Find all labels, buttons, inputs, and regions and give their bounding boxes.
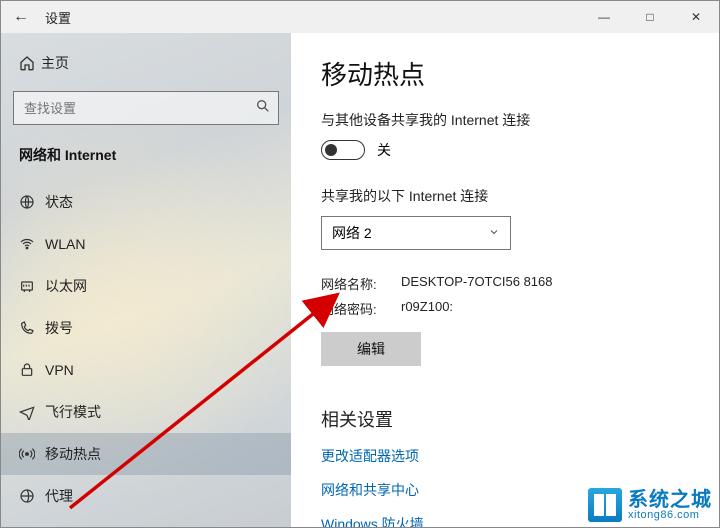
sidebar-item-label: 状态 bbox=[45, 192, 73, 212]
sidebar-item-label: 以太网 bbox=[45, 276, 87, 296]
link-adapter-options[interactable]: 更改适配器选项 bbox=[321, 446, 719, 466]
status-icon bbox=[19, 194, 45, 210]
search-box[interactable] bbox=[13, 91, 279, 125]
ethernet-icon bbox=[19, 278, 45, 294]
hotspot-icon bbox=[19, 446, 45, 462]
window-body: 主页 网络和 Internet 状态 WLAN bbox=[1, 33, 719, 527]
network-password-value: r09Z100: bbox=[401, 299, 453, 318]
search-icon bbox=[255, 98, 271, 119]
edit-button[interactable]: 编辑 bbox=[321, 332, 421, 366]
sidebar-item-wlan[interactable]: WLAN bbox=[1, 223, 291, 265]
sidebar-item-ethernet[interactable]: 以太网 bbox=[1, 265, 291, 307]
back-button[interactable]: ← bbox=[1, 8, 41, 26]
network-name-row: 网络名称: DESKTOP-7OTCI56 8168 bbox=[321, 274, 719, 293]
sidebar-item-proxy[interactable]: 代理 bbox=[1, 475, 291, 517]
network-name-value: DESKTOP-7OTCI56 8168 bbox=[401, 274, 553, 293]
connection-select[interactable]: 网络 2 bbox=[321, 216, 511, 250]
network-password-row: 网络密码: r09Z100: bbox=[321, 299, 719, 318]
sidebar-item-airplane[interactable]: 飞行模式 bbox=[1, 391, 291, 433]
category-header: 网络和 Internet bbox=[1, 139, 291, 175]
content-pane: 移动热点 与其他设备共享我的 Internet 连接 关 共享我的以下 Inte… bbox=[291, 33, 719, 527]
window-controls: ― □ ✕ bbox=[581, 1, 719, 33]
home-link[interactable]: 主页 bbox=[1, 45, 291, 81]
hotspot-toggle-row: 关 bbox=[321, 140, 719, 160]
sidebar-item-label: 飞行模式 bbox=[45, 402, 101, 422]
window-title: 设置 bbox=[45, 8, 71, 27]
sidebar-item-label: VPN bbox=[45, 362, 74, 378]
hotspot-toggle[interactable] bbox=[321, 140, 365, 160]
network-password-label: 网络密码: bbox=[321, 299, 401, 318]
sidebar-item-dialup[interactable]: 拨号 bbox=[1, 307, 291, 349]
settings-window: ← 设置 ― □ ✕ 主页 网络和 Internet bbox=[0, 0, 720, 528]
minimize-button[interactable]: ― bbox=[581, 1, 627, 33]
sidebar-item-label: 移动热点 bbox=[45, 444, 101, 464]
share-from-label: 共享我的以下 Internet 连接 bbox=[321, 186, 719, 206]
titlebar: ← 设置 ― □ ✕ bbox=[1, 1, 719, 33]
sidebar-item-vpn[interactable]: VPN bbox=[1, 349, 291, 391]
wifi-icon bbox=[19, 236, 45, 252]
nav-list: 状态 WLAN 以太网 拨号 VPN bbox=[1, 181, 291, 517]
home-label: 主页 bbox=[41, 53, 69, 73]
link-network-sharing-center[interactable]: 网络和共享中心 bbox=[321, 480, 719, 500]
connection-selected-value: 网络 2 bbox=[332, 223, 372, 243]
home-icon bbox=[19, 55, 41, 71]
page-title: 移动热点 bbox=[321, 55, 719, 92]
maximize-button[interactable]: □ bbox=[627, 1, 673, 33]
hotspot-toggle-state: 关 bbox=[377, 140, 391, 160]
sidebar: 主页 网络和 Internet 状态 WLAN bbox=[1, 33, 291, 527]
sidebar-item-label: 代理 bbox=[45, 486, 73, 506]
chevron-down-icon bbox=[488, 225, 500, 241]
vpn-icon bbox=[19, 362, 45, 378]
sidebar-item-status[interactable]: 状态 bbox=[1, 181, 291, 223]
share-connection-label: 与其他设备共享我的 Internet 连接 bbox=[321, 110, 719, 130]
sidebar-item-label: WLAN bbox=[45, 236, 85, 252]
network-name-label: 网络名称: bbox=[321, 274, 401, 293]
close-button[interactable]: ✕ bbox=[673, 1, 719, 33]
related-settings-header: 相关设置 bbox=[321, 406, 719, 432]
sidebar-item-hotspot[interactable]: 移动热点 bbox=[1, 433, 291, 475]
sidebar-item-label: 拨号 bbox=[45, 318, 73, 338]
link-windows-firewall[interactable]: Windows 防火墙 bbox=[321, 514, 719, 527]
proxy-icon bbox=[19, 488, 45, 504]
search-input[interactable] bbox=[13, 91, 279, 125]
airplane-icon bbox=[19, 404, 45, 420]
dialup-icon bbox=[19, 320, 45, 336]
